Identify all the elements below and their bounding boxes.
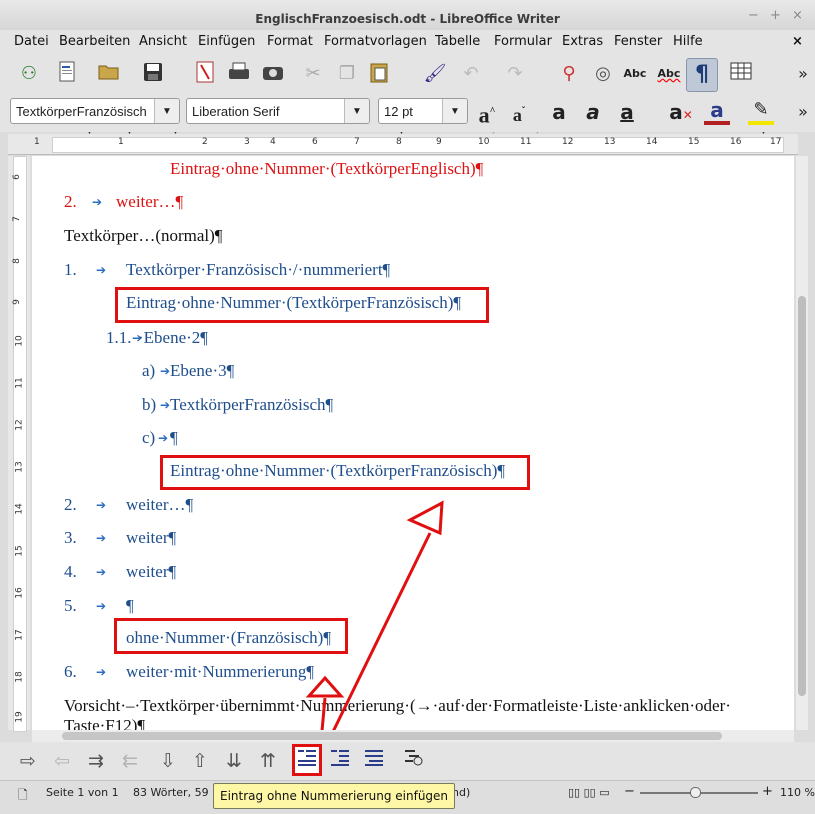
vertical-scrollbar[interactable]	[796, 156, 808, 730]
move-down-icon[interactable]: ⇩	[154, 747, 182, 775]
annotation-arrows	[305, 500, 444, 743]
promote-sub-icon[interactable]: ⇇	[116, 747, 144, 775]
arrow-to-box-upper	[326, 532, 432, 743]
restart-numbering-icon[interactable]	[326, 747, 354, 775]
promote-icon[interactable]: ⇦	[48, 747, 76, 775]
horizontal-scrollbar[interactable]	[32, 730, 794, 742]
insert-unnumbered-entry-icon[interactable]	[292, 744, 322, 776]
scroll-thumb[interactable]	[798, 296, 806, 696]
scroll-thumb[interactable]	[62, 732, 722, 740]
bullets-numbering-icon[interactable]	[400, 747, 428, 775]
zoom-out-icon[interactable]: −	[624, 784, 635, 799]
arrowhead-lower	[305, 675, 345, 698]
move-up-icon[interactable]: ⇧	[186, 747, 214, 775]
bullets-numbering-toolbar: ⇨ ⇦ ⇉ ⇇ ⇩ ⇧ ⇊ ⇈	[0, 742, 815, 780]
move-up-sub-icon[interactable]: ⇈	[254, 747, 282, 775]
demote-icon[interactable]: ⇨	[14, 747, 42, 775]
numbering-list-icon[interactable]	[360, 747, 388, 775]
zoom-level[interactable]: 110 %	[780, 786, 815, 799]
view-layout-icons[interactable]: ▯▯ ▯▯ ▭	[568, 786, 610, 799]
page-icon: 🗋	[18, 788, 28, 802]
demote-sub-icon[interactable]: ⇉	[82, 747, 110, 775]
zoom-in-icon[interactable]: +	[762, 784, 773, 799]
zoom-slider-handle[interactable]	[690, 787, 701, 798]
tooltip: Eintrag ohne Nummerierung einfügen	[213, 783, 456, 809]
page-count[interactable]: Seite 1 von 1	[46, 786, 119, 799]
move-down-sub-icon[interactable]: ⇊	[220, 747, 248, 775]
arrowhead-upper	[406, 500, 444, 536]
word-count[interactable]: 83 Wörter, 59	[133, 786, 209, 799]
